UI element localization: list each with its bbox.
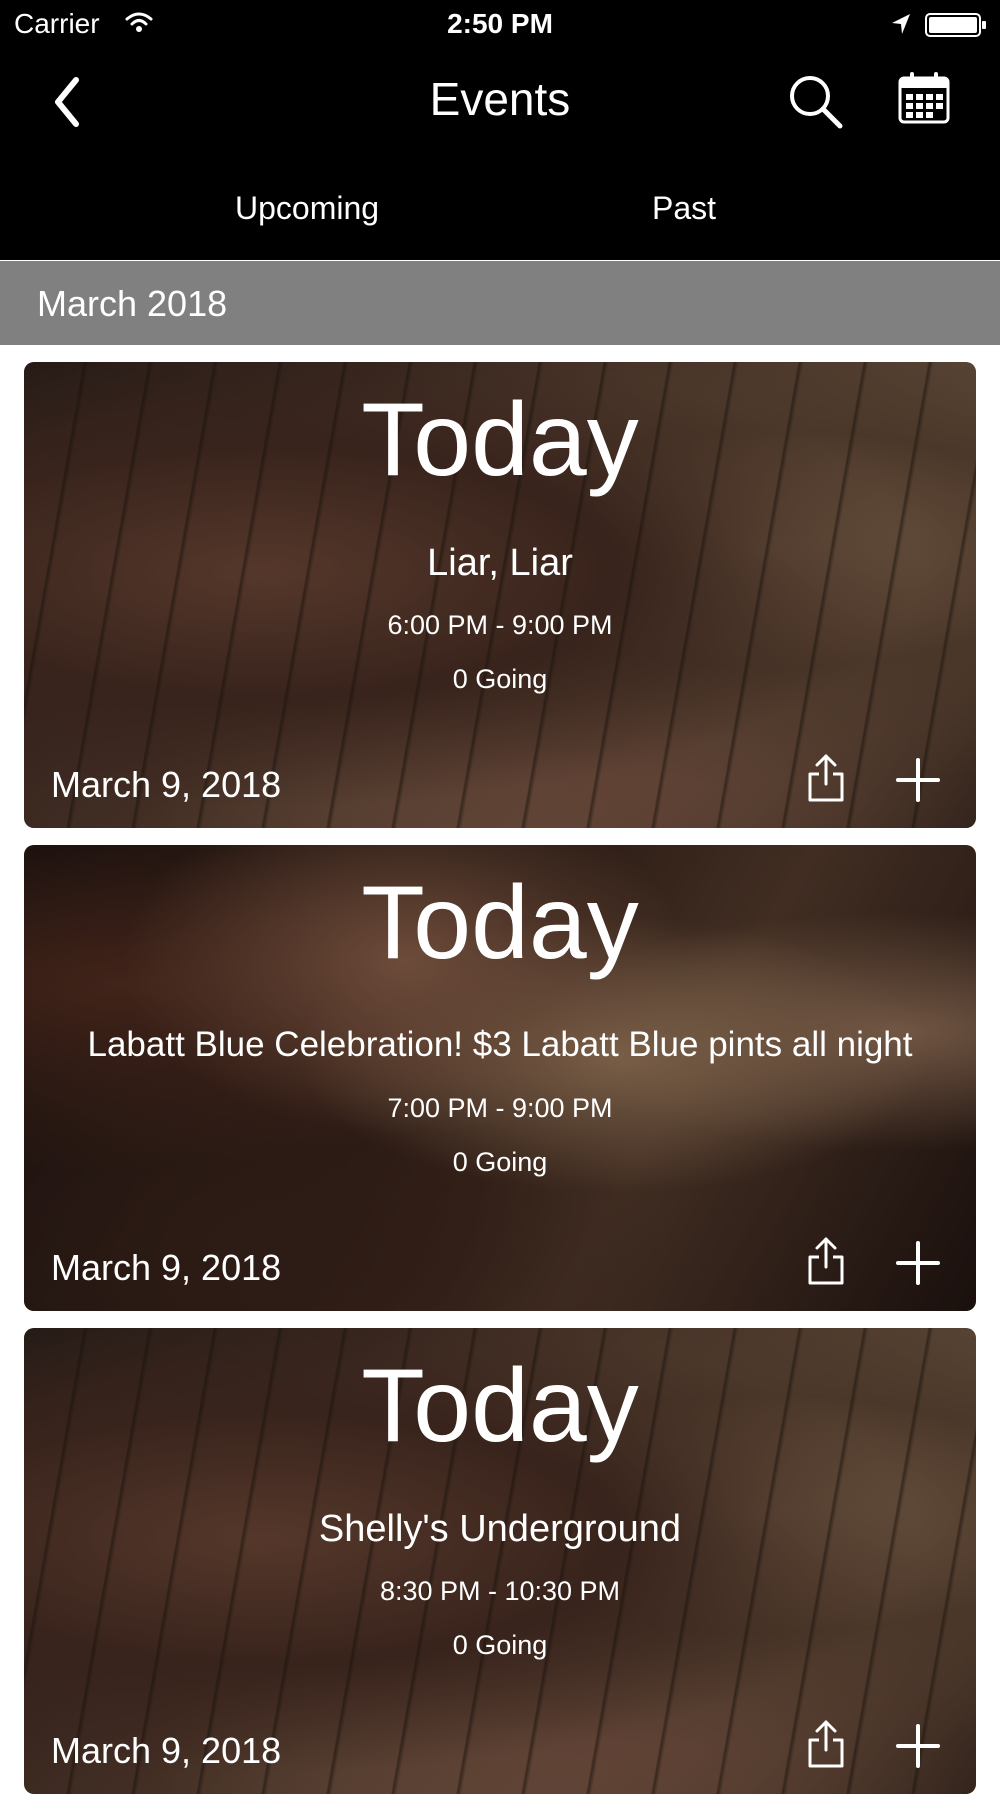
event-date: March 9, 2018 — [51, 1247, 282, 1288]
month-section-header: March 2018 — [0, 261, 1000, 345]
location-arrow-icon — [890, 12, 912, 36]
event-time: 8:30 PM - 10:30 PM — [379, 1576, 621, 1606]
status-bar: Carrier 2:50 PM — [0, 0, 1000, 50]
event-day-label: Today — [361, 865, 639, 981]
plus-icon — [894, 1239, 944, 1287]
event-title: Labatt Blue Celebration! $3 Labatt Blue … — [87, 1025, 913, 1064]
event-going-count: 0 Going — [452, 1147, 548, 1177]
event-day-label: Today — [361, 1348, 639, 1464]
event-card[interactable]: Today Labatt Blue Celebration! $3 Labatt… — [24, 845, 976, 1311]
event-date: March 9, 2018 — [51, 1730, 282, 1771]
share-button[interactable] — [804, 1235, 854, 1291]
plus-icon — [894, 1722, 944, 1770]
calendar-button[interactable] — [896, 70, 956, 130]
search-icon — [786, 72, 846, 132]
month-label: March 2018 — [37, 283, 228, 324]
calendar-icon — [896, 70, 956, 126]
event-card[interactable]: Today Liar, Liar 6:00 PM - 9:00 PM 0 Goi… — [24, 362, 976, 828]
plus-icon — [894, 756, 944, 804]
event-title: Liar, Liar — [427, 542, 573, 584]
event-day-label: Today — [361, 382, 639, 498]
clock: 2:50 PM — [447, 8, 553, 39]
battery-icon — [925, 12, 987, 38]
share-button[interactable] — [804, 752, 854, 808]
page-title: Events — [429, 73, 571, 125]
search-button[interactable] — [786, 72, 846, 132]
navigation-bar: Events — [0, 50, 1000, 160]
share-icon — [804, 1718, 854, 1770]
share-button[interactable] — [804, 1718, 854, 1774]
event-date: March 9, 2018 — [51, 764, 282, 805]
event-going-count: 0 Going — [452, 664, 548, 694]
share-icon — [804, 752, 854, 804]
event-time: 7:00 PM - 9:00 PM — [387, 1093, 613, 1123]
add-to-calendar-button[interactable] — [894, 756, 944, 806]
segmented-tabs: Upcoming Past — [0, 160, 1000, 260]
share-icon — [804, 1235, 854, 1287]
tab-past[interactable]: Past — [652, 190, 716, 227]
event-time: 6:00 PM - 9:00 PM — [387, 610, 613, 640]
tab-upcoming[interactable]: Upcoming — [235, 190, 379, 227]
event-going-count: 0 Going — [452, 1630, 548, 1660]
add-to-calendar-button[interactable] — [894, 1722, 944, 1772]
add-to-calendar-button[interactable] — [894, 1239, 944, 1289]
event-title: Shelly's Underground — [318, 1508, 682, 1550]
event-card[interactable]: Today Shelly's Underground 8:30 PM - 10:… — [24, 1328, 976, 1794]
